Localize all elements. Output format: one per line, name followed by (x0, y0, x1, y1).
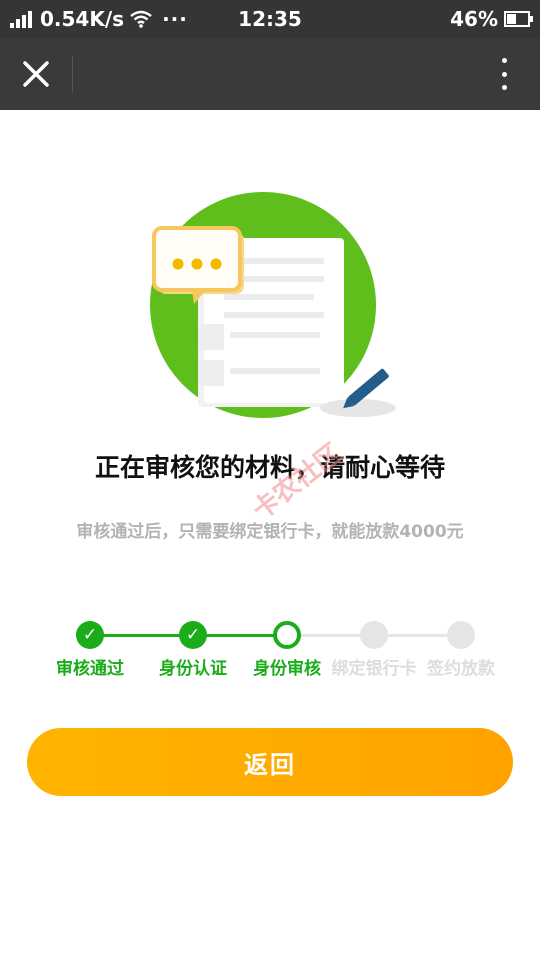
more-button[interactable] (486, 54, 522, 94)
close-icon (23, 61, 49, 87)
step-dot (273, 621, 301, 649)
more-vertical-icon (501, 58, 507, 63)
subtitle: 审核通过后，只需要绑定银行卡，就能放款4000元 (76, 522, 464, 542)
wifi-icon (130, 10, 152, 28)
step-label: 身份认证 (159, 659, 227, 679)
battery-fill (507, 14, 516, 24)
step-check-icon: ✓ (76, 621, 104, 649)
nav-bar (0, 38, 540, 110)
close-button[interactable] (14, 52, 58, 96)
step-label: 签约放款 (427, 659, 495, 679)
review-illustration (150, 192, 396, 418)
return-button[interactable]: 返回 (27, 728, 513, 796)
status-bar: 0.54K/s ··· 12:35 46% (0, 0, 540, 38)
nav-divider (72, 56, 73, 92)
step-label: 绑定银行卡 (331, 659, 417, 679)
step-label: 身份审核 (253, 659, 321, 679)
progress-steps: ✓ 审核通过 ✓ 身份认证 身份审核 绑定银行卡 签约放款 (0, 620, 540, 680)
step-dot (447, 621, 475, 649)
step-dot (360, 621, 388, 649)
signal-icon (10, 10, 34, 28)
network-speed: 0.54K/s (40, 7, 125, 31)
more-notifications-icon: ··· (162, 7, 188, 31)
page-title: 正在审核您的材料，请耐心等待 (94, 453, 445, 482)
status-left: 0.54K/s ··· (10, 0, 188, 38)
step-connector (90, 634, 193, 637)
step-check-icon: ✓ (179, 621, 207, 649)
battery-percent: 46% (450, 7, 498, 31)
status-right: 46% (450, 0, 533, 38)
battery-icon (504, 11, 533, 27)
step-label: 审核通过 (56, 659, 124, 679)
